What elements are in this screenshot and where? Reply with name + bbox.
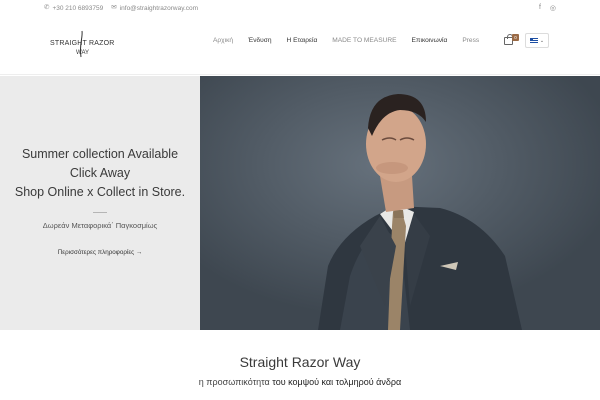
cart-count-badge: 0 <box>512 34 519 41</box>
phone-item[interactable]: ✆ +30 210 6893759 <box>44 5 103 12</box>
hero-headline: Summer collection Available Click Away S… <box>0 145 200 202</box>
hero-line-1: Summer collection Available <box>21 147 179 161</box>
top-bar: ✆ +30 210 6893759 ✉ info@straightrazorwa… <box>0 0 600 18</box>
nav-contact[interactable]: Επικοινωνία <box>412 37 448 44</box>
site-logo[interactable]: STRAIGHT RAZOR WAY <box>50 30 115 62</box>
hero-line-2: Click Away <box>69 166 131 180</box>
hero-divider <box>93 212 107 213</box>
intro-title: Straight Razor Way <box>239 354 361 370</box>
phone-icon: ✆ <box>44 4 50 12</box>
logo-text-main: STRAIGHT RAZOR <box>50 40 115 47</box>
nav-clothing[interactable]: Ένδυση <box>248 37 271 44</box>
nav-press[interactable]: Press <box>462 37 479 44</box>
facebook-icon[interactable]: f <box>539 4 541 12</box>
model-in-suit-image <box>200 76 600 330</box>
nav-made-to-measure[interactable]: MADE TO MEASURE <box>332 37 396 44</box>
more-info-link[interactable]: Περισσότερες πληροφορίες → <box>0 249 200 256</box>
hero-subtitle: Δωρεάν Μεταφορικά΄ Παγκοσμίως <box>42 221 158 230</box>
social-links: f ◎ <box>539 4 556 12</box>
cart-button[interactable]: 0 <box>504 34 519 46</box>
phone-number[interactable]: +30 210 6893759 <box>52 5 103 12</box>
intro-subtitle: η προσωπικότητα του κομψού και τολμηρού … <box>0 377 600 387</box>
greek-flag-icon <box>529 38 538 43</box>
hero-text-panel: Summer collection Available Click Away S… <box>0 76 200 330</box>
nav-company[interactable]: Η Εταιρεία <box>287 37 318 44</box>
hero-line-3: Shop Online x Collect in Store. <box>14 185 186 199</box>
main-nav: Αρχική Ένδυση Η Εταιρεία MADE TO MEASURE… <box>213 37 494 44</box>
intro-subtitle-bold: του κομψού και τολμηρού άνδρα <box>272 377 402 387</box>
nav-home[interactable]: Αρχική <box>213 37 233 44</box>
hero-image <box>200 76 600 330</box>
site-header: STRAIGHT RAZOR WAY Αρχική Ένδυση Η Εταιρ… <box>0 18 600 75</box>
email-item[interactable]: ✉ info@straightrazorway.com <box>111 5 198 12</box>
email-address[interactable]: info@straightrazorway.com <box>120 5 198 12</box>
chevron-down-icon: ⌄ <box>539 37 545 44</box>
intro-subtitle-plain: η προσωπικότητα <box>198 377 273 387</box>
envelope-icon: ✉ <box>111 4 117 12</box>
language-selector[interactable]: ⌄ <box>525 33 549 48</box>
instagram-icon[interactable]: ◎ <box>550 4 556 12</box>
contact-info: ✆ +30 210 6893759 ✉ info@straightrazorwa… <box>44 5 198 12</box>
logo-text-sub: WAY <box>76 50 89 56</box>
hero-slider: Summer collection Available Click Away S… <box>0 76 600 330</box>
